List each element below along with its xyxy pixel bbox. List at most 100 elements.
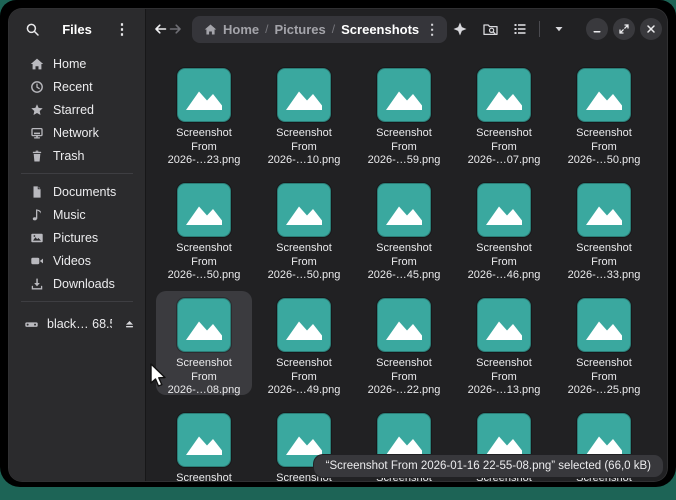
sidebar-menu-button[interactable]: ⋮ [109,16,135,42]
file-item[interactable]: Screenshot From 2026-…25.png [556,291,652,398]
window-controls [586,18,663,40]
file-name: Screenshot From 2026-…23.png [168,127,241,168]
file-name-line: From [591,140,617,153]
file-name-line: 2026-…50.png [567,154,641,166]
sidebar-item-label: Documents [53,184,117,199]
file-item[interactable]: Screenshot From 2026-…46.png [456,176,552,281]
file-name-line: 2026-…46.png [467,269,541,281]
view-options-dropdown[interactable] [546,16,572,42]
sidebar-item-recent[interactable]: Recent [14,75,140,98]
file-item[interactable]: Screenshot [156,406,252,481]
resize-icon [619,24,629,34]
file-name-line: 2026-…49.png [267,384,341,396]
file-name: Screenshot [176,472,232,481]
file-item[interactable]: Screenshot From 2026-…07.png [456,61,552,166]
file-name: Screenshot From 2026-…50.png [268,242,341,283]
headerbar-actions [447,16,663,42]
file-item[interactable]: Screenshot From 2026-…45.png [356,176,452,281]
file-name: Screenshot From 2026-…50.png [168,242,241,283]
close-icon [647,25,655,33]
eject-button[interactable] [120,315,138,333]
sidebar-item-device[interactable]: black… 68.51 [9,312,145,336]
file-item[interactable]: Screenshot From 2026-…59.png [356,61,452,166]
sidebar-item-label: Recent [53,79,93,94]
file-name-line: 2026-…08.png [167,384,241,396]
file-name-line: Screenshot [276,127,332,139]
sidebar-item-label: Music [53,207,86,222]
file-name-line: Screenshot [176,357,232,369]
search-folder-button[interactable] [477,16,503,42]
breadcrumb-item-screenshots[interactable]: Screenshots [341,22,419,37]
sidebar-separator [21,301,133,302]
sidebar-item-network[interactable]: Network [14,121,140,144]
download-icon [29,276,44,291]
content-area: Home / Pictures / Screenshots ⋮ Screensh… [146,9,667,481]
file-name-line: Screenshot [576,127,632,139]
file-item[interactable]: Screenshot From 2026-…50.png [556,61,652,166]
minimize-button[interactable] [586,18,609,40]
forward-button[interactable] [168,15,184,43]
kebab-menu-icon: ⋮ [114,20,130,38]
file-name: Screenshot From 2026-…25.png [568,357,641,398]
image-thumbnail-icon [276,297,332,353]
file-item[interactable]: Screenshot From 2026-…08.png [156,291,252,396]
maximize-button[interactable] [613,18,636,40]
file-name-line: From [491,255,517,268]
sidebar-item-downloads[interactable]: Downloads [14,272,140,295]
file-item[interactable]: Screenshot From 2026-…10.png [256,61,352,166]
file-name-line: 2026-…25.png [567,384,641,396]
image-thumbnail-icon [576,182,632,238]
file-item[interactable]: Screenshot From 2026-…23.png [156,61,252,168]
file-item[interactable]: Screenshot From 2026-…50.png [256,176,352,283]
star-view-button[interactable] [447,16,473,42]
file-name-line: From [291,255,317,268]
file-item[interactable]: Screenshot From 2026-…50.png [156,176,252,283]
sidebar-item-label: Videos [53,253,91,268]
sidebar-item-pictures[interactable]: Pictures [14,226,140,249]
back-button[interactable] [152,15,168,43]
file-name-line: Screenshot [376,242,432,254]
sidebar-item-documents[interactable]: Documents [14,180,140,203]
close-button[interactable] [640,18,663,40]
breadcrumb-item-pictures[interactable]: Pictures [274,22,325,37]
forward-arrow-icon [169,24,181,34]
eject-icon [125,320,133,327]
file-item[interactable]: Screenshot From 2026-…22.png [356,291,452,396]
search-icon [25,22,40,37]
file-name-line: 2026-…33.png [567,269,641,281]
breadcrumb-item-home[interactable]: Home [223,22,259,37]
sidebar-item-home[interactable]: Home [14,52,140,75]
mouse-cursor [148,363,170,389]
sidebar-item-label: Network [53,125,99,140]
file-name-line: 2026-…45.png [367,269,441,281]
file-name-line: 2026-…50.png [167,269,241,281]
image-thumbnail-icon [176,297,232,353]
sidebar-item-starred[interactable]: Starred [14,98,140,121]
file-name-line: From [591,255,617,268]
sidebar-item-label: Pictures [53,230,99,245]
sidebar-item-videos[interactable]: Videos [14,249,140,272]
sidebar-separator [21,173,133,174]
image-thumbnail-icon [276,67,332,123]
folder-search-icon [483,23,498,35]
image-thumbnail-icon [576,297,632,353]
view-toggle-button[interactable] [507,16,533,42]
file-name: Screenshot From 2026-…49.png [268,357,341,398]
sidebar-header: Files ⋮ [9,9,145,49]
file-name-line: 2026-…07.png [467,154,541,166]
file-item[interactable]: Screenshot From 2026-…33.png [556,176,652,281]
sidebar-item-trash[interactable]: Trash [14,144,140,167]
file-item[interactable]: Screenshot From 2026-…49.png [256,291,352,398]
search-button[interactable] [19,16,45,42]
sidebar-item-label: Trash [53,148,85,163]
file-item[interactable]: Screenshot From 2026-…13.png [456,291,552,396]
file-name-line: From [391,140,417,153]
file-name-line: Screenshot [576,242,632,254]
list-view-icon [514,24,526,34]
path-menu-button[interactable]: ⋮ [425,21,439,38]
sidebar-item-music[interactable]: Music [14,203,140,226]
file-name-line: From [291,140,317,153]
star-icon [29,102,44,117]
breadcrumb-separator: / [265,22,269,36]
image-thumbnail-icon [576,67,632,123]
